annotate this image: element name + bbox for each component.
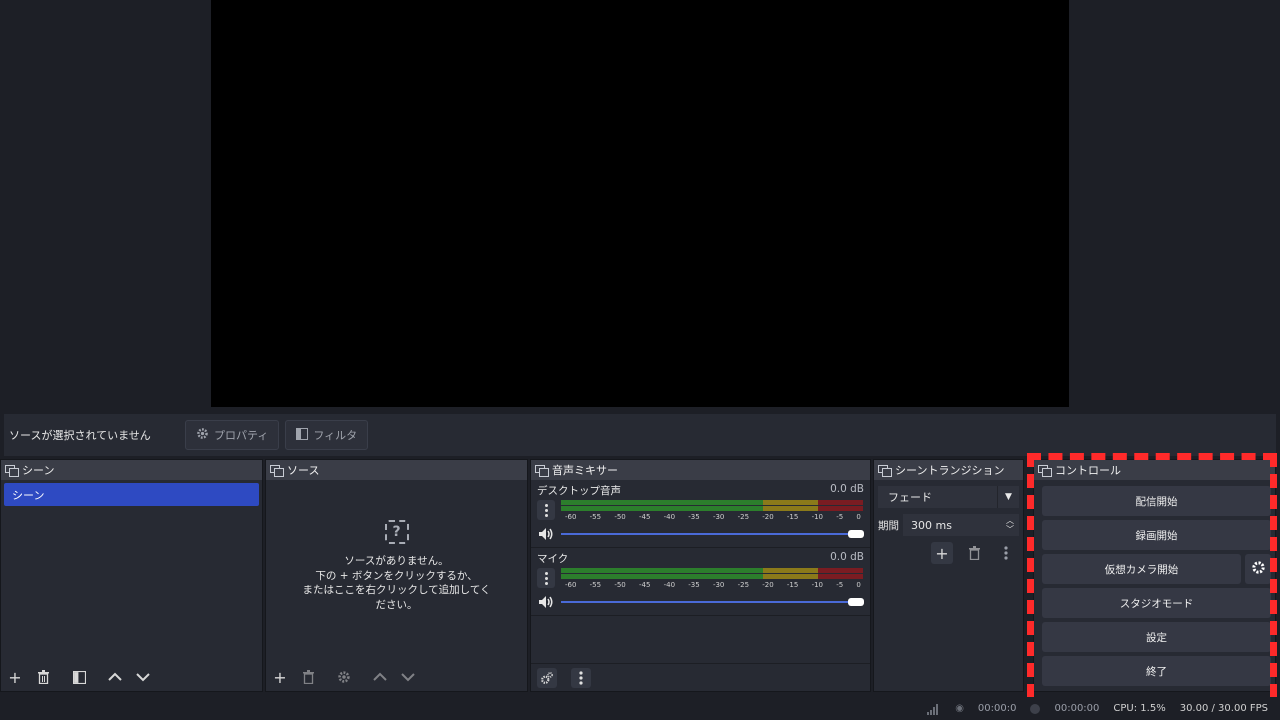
transitions-dock-title[interactable]: シーントランジション <box>874 460 1023 480</box>
meter-ticks: -60 -55 -50 -45 -40 -35 -30 -25 -20 -15 -10 -5 0 <box>565 513 861 521</box>
exit-button[interactable]: 終了 <box>1042 656 1271 686</box>
duration-label: 期間 <box>878 519 899 532</box>
source-properties-icon[interactable] <box>334 667 354 687</box>
source-down-icon[interactable] <box>398 667 418 687</box>
channel-db: 0.0 dB <box>830 551 864 563</box>
volume-slider[interactable] <box>560 529 864 539</box>
source-toolbar: ソースが選択されていません プロパティ フィルタ <box>4 414 1276 456</box>
start-recording-button[interactable]: 録画開始 <box>1042 520 1271 550</box>
record-status-icon <box>1030 703 1041 714</box>
controls-dock: コントロール 配信開始 録画開始 仮想カメラ開始 スタジオモード 設定 終了 <box>1033 459 1276 692</box>
dock-float-icon[interactable] <box>535 465 549 477</box>
channel-db: 0.0 dB <box>830 483 864 495</box>
fps-readout: 30.00 / 30.00 FPS <box>1179 703 1268 714</box>
filter-icon <box>296 427 309 443</box>
transition-selected: フェード <box>888 491 932 504</box>
question-icon: ? <box>384 520 409 544</box>
mixer-dock-title[interactable]: 音声ミキサー <box>531 460 870 480</box>
more-vertical-icon[interactable] <box>537 568 555 588</box>
more-vertical-icon[interactable] <box>537 500 555 520</box>
controls-title: コントロール <box>1055 464 1121 477</box>
add-scene-icon[interactable]: + <box>5 667 25 687</box>
duration-spinbox[interactable]: 300 ms ︿ ﹀ <box>903 514 1019 536</box>
audio-mixer-dock: 音声ミキサー デスクトップ音声 0.0 dB -60 -55 -50 -45 -40 -3… <box>530 459 871 692</box>
sources-dock: ソース ? ソースがありません。 下の + ボタンをクリックするか、 またはここ… <box>265 459 528 692</box>
transition-actions: + <box>874 542 1017 564</box>
spin-arrows-icon[interactable]: ︿ ﹀ <box>1001 516 1019 534</box>
properties-label: プロパティ <box>214 429 269 442</box>
gear-icon <box>196 427 209 443</box>
empty-line: ださい。 <box>375 598 418 611</box>
transitions-title: シーントランジション <box>895 464 1005 477</box>
empty-line: ソースがありません。 <box>344 555 449 567</box>
add-source-icon[interactable]: + <box>270 667 290 687</box>
speaker-icon[interactable] <box>537 593 555 611</box>
scene-transitions-dock: シーントランジション フェード ▼ 期間 300 ms ︿ ﹀ + <box>873 459 1024 692</box>
channel-name: デスクトップ音声 <box>537 485 621 497</box>
signal-icon <box>927 703 941 715</box>
scenes-dock-title[interactable]: シーン <box>1 460 262 480</box>
no-source-label: ソースが選択されていません <box>9 429 151 442</box>
sources-footer: + <box>266 663 527 691</box>
dock-float-icon[interactable] <box>1038 465 1052 477</box>
stream-time: 00:00:0 <box>977 703 1017 714</box>
scenes-title: シーン <box>22 464 55 477</box>
studio-mode-button[interactable]: スタジオモード <box>1042 588 1271 618</box>
duration-value: 300 ms <box>911 518 952 532</box>
filters-label: フィルタ <box>313 429 358 442</box>
volume-meter: -60 -55 -50 -45 -40 -35 -30 -25 -20 -15 -10 -5 0 <box>561 568 863 589</box>
status-bar: ◉ 00:00:0 00:00:00 CPU: 1.5% 30.00 / 30.… <box>0 697 1280 720</box>
delete-source-icon[interactable] <box>298 667 318 687</box>
gear-icon <box>1251 560 1266 578</box>
speaker-icon[interactable] <box>537 525 555 543</box>
audio-settings-icon[interactable] <box>537 667 557 688</box>
mixer-channel-mic: マイク 0.0 dB -60 -55 -50 -45 -40 -35 -30 -25 -20 -1… <box>531 548 870 616</box>
scene-item-label: シーン <box>12 488 45 502</box>
properties-button[interactable]: プロパティ <box>185 420 280 450</box>
empty-line: 下の + ボタンをクリックするか、 <box>315 569 478 582</box>
dock-float-icon[interactable] <box>270 465 284 477</box>
stream-status-icon: ◉ <box>955 703 964 714</box>
preview-area <box>0 0 1280 412</box>
preview-canvas[interactable] <box>211 0 1069 407</box>
virtual-camera-settings-button[interactable] <box>1245 554 1271 584</box>
start-streaming-button[interactable]: 配信開始 <box>1042 486 1271 516</box>
mixer-title: 音声ミキサー <box>552 464 618 477</box>
dock-float-icon[interactable] <box>878 465 892 477</box>
empty-line: またはここを右クリックして追加してく <box>302 584 491 596</box>
chevron-down-icon: ▼ <box>997 486 1019 508</box>
add-transition-icon[interactable]: + <box>931 542 953 564</box>
scene-list-item[interactable]: シーン <box>4 483 259 506</box>
source-up-icon[interactable] <box>370 667 390 687</box>
slider-handle[interactable] <box>848 530 864 538</box>
settings-button[interactable]: 設定 <box>1042 622 1271 652</box>
start-virtual-camera-button[interactable]: 仮想カメラ開始 <box>1042 554 1241 584</box>
volume-slider[interactable] <box>560 597 864 607</box>
duration-row: 期間 300 ms ︿ ﹀ <box>878 514 1019 536</box>
delete-scene-icon[interactable] <box>33 667 53 687</box>
dock-float-icon[interactable] <box>5 465 19 477</box>
transition-menu-icon[interactable] <box>995 542 1017 564</box>
cpu-usage: CPU: 1.5% <box>1113 703 1166 714</box>
scene-filter-icon[interactable] <box>69 667 89 687</box>
meter-ticks: -60 -55 -50 -45 -40 -35 -30 -25 -20 -15 -10 -5 0 <box>565 581 861 589</box>
filters-button[interactable]: フィルタ <box>285 420 369 450</box>
sources-empty-message[interactable]: ? ソースがありません。 下の + ボタンをクリックするか、 またはここを右クリ… <box>266 520 527 612</box>
controls-dock-title[interactable]: コントロール <box>1034 460 1275 480</box>
move-up-icon[interactable] <box>105 667 125 687</box>
volume-meter: -60 -55 -50 -45 -40 -35 -30 -25 -20 -15 -10 -5 0 <box>561 500 863 521</box>
scenes-dock: シーン シーン + <box>0 459 263 692</box>
mixer-footer <box>531 663 870 691</box>
scenes-footer: + <box>1 663 262 691</box>
transition-select[interactable]: フェード ▼ <box>878 486 1019 508</box>
sources-dock-title[interactable]: ソース <box>266 460 527 480</box>
slider-handle[interactable] <box>848 598 864 606</box>
move-down-icon[interactable] <box>133 667 153 687</box>
channel-name: マイク <box>537 553 569 565</box>
mixer-channel-desktop: デスクトップ音声 0.0 dB -60 -55 -50 -45 -40 -35 -30 -25… <box>531 480 870 548</box>
record-time: 00:00:00 <box>1054 703 1100 714</box>
mixer-menu-icon[interactable] <box>571 667 591 688</box>
delete-transition-icon[interactable] <box>963 542 985 564</box>
sources-title: ソース <box>287 464 320 477</box>
